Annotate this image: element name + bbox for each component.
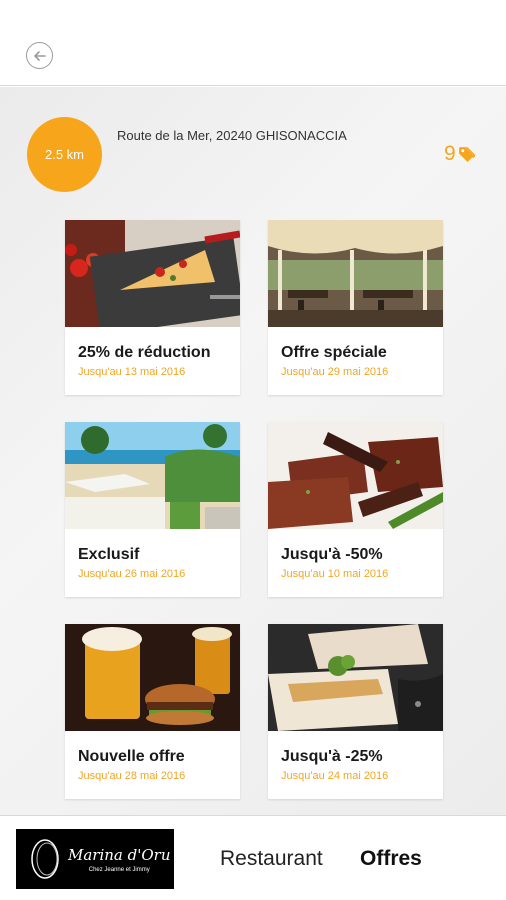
offer-image-fish (268, 624, 443, 731)
offer-card[interactable]: Nouvelle offre Jusqu'au 28 mai 2016 (65, 624, 240, 799)
offer-title: 25% de réduction (78, 344, 211, 361)
offer-title: Exclusif (78, 546, 140, 563)
offer-title: Jusqu'à -25% (281, 748, 383, 765)
offer-image-beach (65, 422, 240, 529)
arrow-left-icon (33, 50, 46, 61)
logo-subtitle: Chez Jeanne et Jimmy (88, 866, 150, 873)
restaurant-logo: Marina d'Oru Chez Jeanne et Jimmy (16, 829, 174, 889)
offer-date: Jusqu'au 26 mai 2016 (78, 568, 186, 580)
top-bar (0, 0, 506, 86)
offer-card[interactable]: Exclusif Jusqu'au 26 mai 2016 (65, 422, 240, 597)
tab-restaurant[interactable]: Restaurant (220, 847, 323, 871)
offer-card[interactable]: Jusqu'à -50% Jusqu'au 10 mai 2016 (268, 422, 443, 597)
offer-title: Offre spéciale (281, 344, 387, 361)
logo-name: Marina d'Oru (68, 845, 171, 864)
tag-icon (458, 146, 475, 162)
offer-image-pizza (65, 220, 240, 327)
offer-card[interactable]: 25% de réduction Jusqu'au 13 mai 2016 (65, 220, 240, 395)
offer-title: Nouvelle offre (78, 748, 185, 765)
offer-card[interactable]: Offre spéciale Jusqu'au 29 mai 2016 (268, 220, 443, 395)
offer-image-beer-burger (65, 624, 240, 731)
distance-badge: 2.5 km (27, 117, 102, 192)
restaurant-address: Route de la Mer, 20240 GHISONACCIA (117, 128, 347, 143)
offer-image-terrace (268, 220, 443, 327)
logo-text: Marina d'Oru Chez Jeanne et Jimmy (68, 846, 171, 873)
offer-date: Jusqu'au 29 mai 2016 (281, 366, 389, 378)
offer-title: Jusqu'à -50% (281, 546, 383, 563)
offer-card[interactable]: Jusqu'à -25% Jusqu'au 24 mai 2016 (268, 624, 443, 799)
offer-date: Jusqu'au 28 mai 2016 (78, 770, 186, 782)
offer-date: Jusqu'au 10 mai 2016 (281, 568, 389, 580)
offer-date: Jusqu'au 24 mai 2016 (281, 770, 389, 782)
back-button[interactable] (26, 42, 53, 69)
offer-count[interactable]: 9 (444, 142, 475, 166)
logo-emblem-icon (31, 839, 59, 879)
offer-count-value: 9 (444, 142, 456, 165)
offers-content: 2.5 km Route de la Mer, 20240 GHISONACCI… (0, 87, 506, 815)
offer-image-grill (268, 422, 443, 529)
tab-offres[interactable]: Offres (360, 847, 422, 871)
bottom-bar: Marina d'Oru Chez Jeanne et Jimmy Restau… (0, 815, 506, 900)
offer-date: Jusqu'au 13 mai 2016 (78, 366, 186, 378)
